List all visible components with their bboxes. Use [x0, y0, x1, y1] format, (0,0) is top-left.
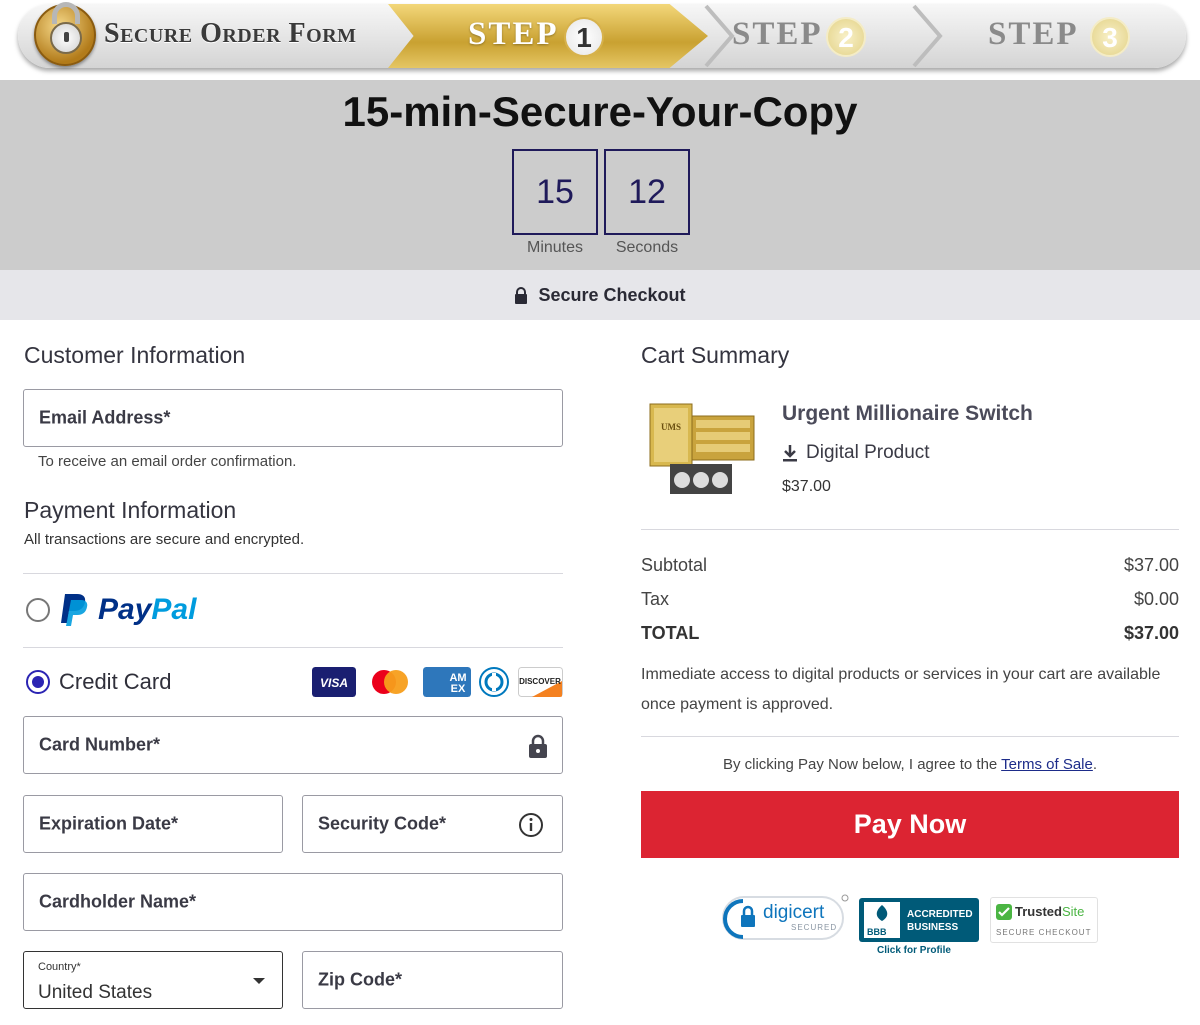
- order-progress-banner: Secure Order Form STEP 1 STEP 2 STEP 3: [0, 0, 1200, 80]
- digicert-badge[interactable]: digicert SECURED: [721, 893, 851, 945]
- credit-card-radio[interactable]: [26, 670, 50, 694]
- divider: [641, 529, 1179, 530]
- customer-info-heading: Customer Information: [24, 342, 246, 368]
- download-icon: [783, 445, 797, 462]
- banner-title: Secure Order Form: [104, 18, 357, 49]
- minutes-box: 15: [512, 149, 598, 235]
- lock-icon: [515, 286, 528, 304]
- checkmark-icon: [996, 904, 1012, 920]
- total-value: $37.00: [1123, 623, 1179, 643]
- seconds-box: 12: [604, 149, 690, 235]
- credit-card-label[interactable]: Credit Card: [59, 669, 171, 695]
- step-3-number: 3: [1090, 17, 1130, 57]
- product-price: $37.00: [782, 478, 831, 495]
- step-2-label: STEP: [732, 16, 823, 52]
- terms-of-sale-link[interactable]: Terms of Sale: [1001, 756, 1093, 773]
- mastercard-icon: [372, 670, 408, 694]
- bbb-profile-link[interactable]: Click for Profile: [877, 945, 951, 956]
- paypal-option[interactable]: PayPal: [60, 592, 196, 628]
- secure-checkout-bar: Secure Checkout: [0, 270, 1200, 320]
- discover-card-icon: DISCOVER: [518, 667, 563, 697]
- amex-card-icon: AM EX: [423, 667, 471, 697]
- cardholder-name-label: Cardholder Name*: [39, 891, 197, 912]
- chevron-right-icon: [912, 4, 943, 68]
- trustedsite-name-a: Trusted: [1015, 904, 1062, 919]
- pay-now-button[interactable]: Pay Now: [641, 791, 1179, 858]
- trustedsite-name-b: Site: [1061, 904, 1085, 919]
- total-row: TOTAL $37.00: [641, 623, 1179, 644]
- email-field[interactable]: Email Address*: [23, 389, 563, 447]
- countdown-title: 15-min-Secure-Your-Copy: [342, 88, 858, 135]
- minutes-label: Minutes: [526, 239, 584, 256]
- svg-text:EX: EX: [451, 683, 466, 695]
- bbb-line2: BUSINESS: [907, 922, 959, 933]
- expiration-date-field[interactable]: Expiration Date*: [23, 795, 283, 853]
- zip-code-field[interactable]: Zip Code*: [302, 951, 563, 1009]
- svg-text:VISA: VISA: [320, 676, 348, 690]
- paypal-logo-icon: [61, 594, 88, 626]
- cardholder-name-field[interactable]: Cardholder Name*: [23, 873, 563, 931]
- tax-row: Tax $0.00: [641, 589, 1179, 610]
- lock-icon: [529, 734, 547, 758]
- bbb-line1: ACCREDITED: [907, 909, 973, 920]
- expiration-date-label: Expiration Date*: [39, 813, 179, 834]
- paypal-wordmark: PayPal: [98, 593, 197, 626]
- step-3-label: STEP: [988, 16, 1079, 52]
- svg-text:UMS: UMS: [661, 422, 681, 432]
- chevron-down-icon: [253, 978, 265, 984]
- visa-card-icon: VISA: [312, 667, 356, 697]
- step-1-number: 1: [564, 17, 604, 57]
- payment-info-heading: Payment Information: [24, 497, 237, 523]
- paypal-radio[interactable]: [26, 598, 50, 622]
- bbb-badge[interactable]: BBB ACCREDITED BUSINESS Click for Profil…: [859, 898, 979, 960]
- access-note: Immediate access to digital products or …: [641, 666, 1161, 713]
- trustedsite-badge[interactable]: TrustedSite SECURE CHECKOUT: [990, 897, 1098, 943]
- tax-label: Tax: [641, 589, 670, 609]
- product-name: Urgent Millionaire Switch: [782, 402, 1033, 425]
- diners-club-icon: [479, 667, 509, 697]
- country-label: Country*: [38, 961, 81, 973]
- zip-code-label: Zip Code*: [318, 969, 402, 990]
- payment-subheading: All transactions are secure and encrypte…: [24, 531, 305, 548]
- total-label: TOTAL: [641, 623, 700, 643]
- seconds-label: Seconds: [615, 239, 679, 256]
- security-code-field[interactable]: Security Code*: [302, 795, 563, 853]
- svg-text:DISCOVER: DISCOVER: [519, 677, 561, 686]
- cart-summary-heading: Cart Summary: [641, 342, 790, 368]
- agree-suffix: .: [1092, 756, 1098, 773]
- country-select[interactable]: Country* United States: [23, 951, 283, 1009]
- step-2-number: 2: [826, 17, 866, 57]
- country-value: United States: [38, 982, 153, 1003]
- step-1-label: STEP: [468, 16, 559, 52]
- email-hint: To receive an email order confirmation.: [38, 453, 297, 470]
- divider: [23, 647, 563, 648]
- terms-agreement: By clicking Pay Now below, I agree to th…: [641, 756, 1179, 773]
- subtotal-label: Subtotal: [641, 555, 708, 575]
- agree-prefix: By clicking Pay Now below, I agree to th…: [722, 756, 1002, 773]
- trustedsite-name: TrustedSite: [1015, 904, 1084, 919]
- divider: [23, 573, 563, 574]
- card-number-label: Card Number*: [39, 734, 161, 755]
- secure-checkout-text: Secure Checkout: [538, 284, 686, 305]
- trustedsite-sub: SECURE CHECKOUT: [996, 928, 1092, 937]
- digicert-text: digicert: [763, 902, 825, 923]
- subtotal-row: Subtotal $37.00: [641, 555, 1179, 576]
- padlock-icon: [34, 2, 96, 66]
- countdown-section: 15-min-Secure-Your-Copy 15 12 Minutes Se…: [0, 80, 1200, 270]
- bbb-mark: BBB: [867, 927, 887, 937]
- digicert-sub: SECURED: [791, 923, 838, 932]
- tax-value: $0.00: [1133, 589, 1179, 609]
- divider: [641, 736, 1179, 737]
- subtotal-value: $37.00: [1123, 555, 1179, 575]
- email-field-label: Email Address*: [39, 407, 171, 428]
- card-number-field[interactable]: Card Number*: [23, 716, 563, 774]
- product-type: Digital Product: [806, 442, 930, 463]
- product-image: UMS: [649, 403, 755, 494]
- info-icon[interactable]: [518, 812, 544, 838]
- security-code-label: Security Code*: [318, 813, 447, 834]
